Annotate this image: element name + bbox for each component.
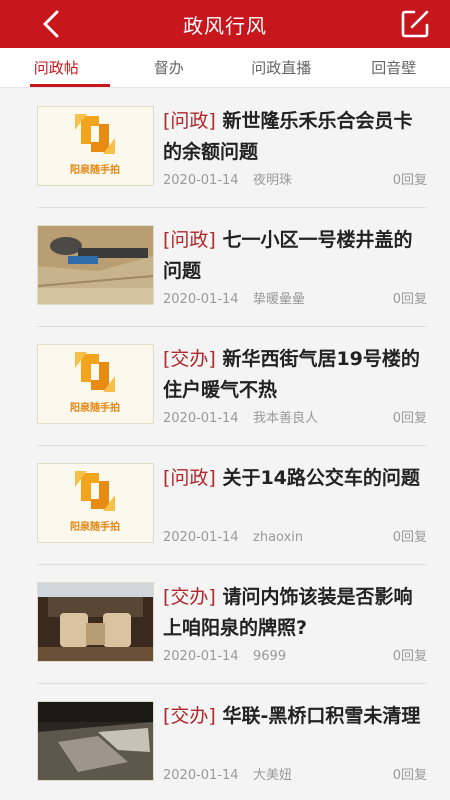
post-tag: [问政] xyxy=(163,467,216,489)
post-tag: [交办] xyxy=(163,586,216,608)
post-date: 2020-01-14 xyxy=(163,530,239,545)
page-title: 政风行风 xyxy=(183,13,267,38)
post-title: [交办] 华联-黑桥口积雪未清理 xyxy=(163,701,427,763)
logo-lettering: 阳泉随手拍 xyxy=(70,163,120,176)
compose-icon xyxy=(401,10,429,38)
post-date: 2020-01-14 xyxy=(163,768,239,783)
post-author: 9699 xyxy=(253,649,287,664)
post-thumbnail: 阳泉随手拍 xyxy=(37,106,154,186)
tab-live[interactable]: 问政直播 xyxy=(225,48,338,87)
logo-lettering: 阳泉随手拍 xyxy=(70,520,120,533)
post-item[interactable]: 阳泉随手拍 [问政] 新世隆乐禾乐合会员卡的余额问题 2020-01-14 夜明… xyxy=(37,89,427,208)
post-author: 我本善良人 xyxy=(253,411,319,426)
post-reply-count: 0回复 xyxy=(392,530,427,545)
photo-image xyxy=(38,702,153,780)
post-title: [问政] 关于14路公交车的问题 xyxy=(163,463,427,525)
post-tag: [交办] xyxy=(163,348,216,370)
compose-button[interactable] xyxy=(400,9,430,39)
post-thumbnail xyxy=(37,225,154,305)
post-item[interactable]: [问政] 七一小区一号楼井盖的问题 2020-01-14 挚暖曐曐 0回复 xyxy=(37,208,427,327)
yangquan-logo-icon: 阳泉随手拍 xyxy=(38,107,153,185)
post-title: [问政] 七一小区一号楼井盖的问题 xyxy=(163,225,427,287)
post-date: 2020-01-14 xyxy=(163,173,239,188)
post-thumbnail: 阳泉随手拍 xyxy=(37,463,154,543)
yangquan-logo-icon: 阳泉随手拍 xyxy=(38,464,153,542)
post-item[interactable]: [交办] 请问内饰该装是否影响上咱阳泉的牌照? 2020-01-14 9699 … xyxy=(37,565,427,684)
post-thumbnail xyxy=(37,582,154,662)
photo-image xyxy=(38,583,153,661)
post-item[interactable]: 阳泉随手拍 [问政] 关于14路公交车的问题 2020-01-14 zhaoxi… xyxy=(37,446,427,565)
post-reply-count: 0回复 xyxy=(392,292,427,307)
tab-wenzheng-posts[interactable]: 问政帖 xyxy=(0,48,113,87)
logo-lettering: 阳泉随手拍 xyxy=(70,401,120,414)
post-reply-count: 0回复 xyxy=(392,768,427,783)
post-tag: [问政] xyxy=(163,110,216,132)
post-item[interactable]: 阳泉随手拍 [交办] 新华西街气居19号楼的住户暖气不热 2020-01-14 … xyxy=(37,327,427,446)
post-title-text: 华联-黑桥口积雪未清理 xyxy=(222,705,421,727)
post-date: 2020-01-14 xyxy=(163,649,239,664)
post-author: 挚暖曐曐 xyxy=(253,292,306,307)
post-title: [交办] 新华西街气居19号楼的住户暖气不热 xyxy=(163,344,427,406)
post-author: 夜明珠 xyxy=(253,173,293,188)
post-list: 阳泉随手拍 [问政] 新世隆乐禾乐合会员卡的余额问题 2020-01-14 夜明… xyxy=(0,89,450,800)
post-date: 2020-01-14 xyxy=(163,411,239,426)
post-author: 大美妞 xyxy=(253,768,293,783)
app-header: 政风行风 xyxy=(0,0,450,48)
tab-supervision[interactable]: 督办 xyxy=(113,48,226,87)
photo-image xyxy=(38,226,153,304)
post-author: zhaoxin xyxy=(253,530,304,545)
chevron-left-icon xyxy=(43,10,59,38)
post-thumbnail xyxy=(37,701,154,781)
yangquan-logo-icon: 阳泉随手拍 xyxy=(38,345,153,423)
post-title: [问政] 新世隆乐禾乐合会员卡的余额问题 xyxy=(163,106,427,168)
post-item[interactable]: [交办] 华联-黑桥口积雪未清理 2020-01-14 大美妞 0回复 xyxy=(37,684,427,800)
post-reply-count: 0回复 xyxy=(392,649,427,664)
tab-echo-wall[interactable]: 回音壁 xyxy=(338,48,450,87)
post-thumbnail: 阳泉随手拍 xyxy=(37,344,154,424)
post-title-text: 关于14路公交车的问题 xyxy=(222,467,420,489)
post-tag: [交办] xyxy=(163,705,216,727)
post-reply-count: 0回复 xyxy=(392,173,427,188)
back-button[interactable] xyxy=(38,10,64,38)
post-title: [交办] 请问内饰该装是否影响上咱阳泉的牌照? xyxy=(163,582,427,644)
post-reply-count: 0回复 xyxy=(392,411,427,426)
post-tag: [问政] xyxy=(163,229,216,251)
tab-bar: 问政帖 督办 问政直播 回音壁 xyxy=(0,48,450,88)
post-date: 2020-01-14 xyxy=(163,292,239,307)
